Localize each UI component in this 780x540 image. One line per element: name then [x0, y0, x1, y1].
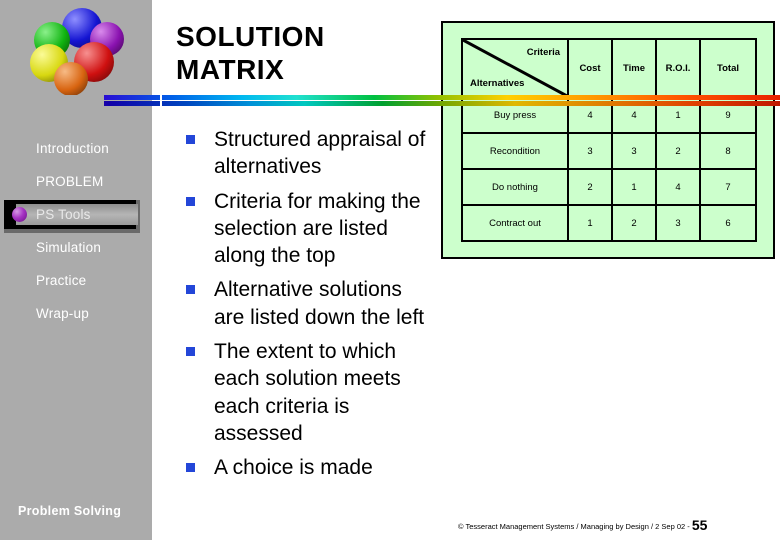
solution-matrix-panel: Criteria Alternatives Cost Time R.O.I. T… — [441, 21, 775, 259]
page-title: SOLUTION MATRIX — [176, 20, 436, 86]
matrix-cell: 1 — [611, 168, 657, 206]
sidebar-item-simulation[interactable]: Simulation — [0, 231, 152, 264]
bullet-text: A choice is made — [214, 456, 373, 480]
matrix-body: Buy press 4 4 1 9 Recondition 3 3 2 8 Do nothing 2 1… — [461, 96, 757, 242]
sidebar-active-bullet-icon — [12, 207, 27, 222]
matrix-cell: 2 — [655, 132, 701, 170]
bullet-square-icon — [186, 463, 195, 473]
bullet-text: Structured appraisal of alternatives — [214, 128, 426, 179]
matrix-cell: 2 — [611, 204, 657, 242]
sidebar-item-practice[interactable]: Practice — [0, 264, 152, 297]
rainbow-divider-sidebar-mask — [0, 95, 104, 107]
sidebar-item-label: Practice — [36, 273, 87, 288]
matrix-col-header-total: Total — [699, 38, 757, 98]
matrix-cell: 6 — [699, 204, 757, 242]
bullet-text: Criteria for making the selection are li… — [214, 189, 421, 268]
rainbow-divider — [0, 95, 780, 107]
matrix-cell: 3 — [655, 204, 701, 242]
bullet-item: The extent to which each solution meets … — [180, 338, 436, 447]
page-title-line-1: SOLUTION — [176, 21, 325, 52]
sidebar-item-label: Simulation — [36, 240, 102, 255]
matrix-cell: 2 — [567, 168, 613, 206]
bullet-square-icon — [186, 135, 195, 144]
bullet-item: Criteria for making the selection are li… — [180, 188, 436, 270]
matrix-cell: 1 — [567, 204, 613, 242]
matrix-cell: 3 — [567, 132, 613, 170]
matrix-corner-cell: Criteria Alternatives — [461, 38, 569, 98]
matrix-header: Criteria Alternatives Cost Time R.O.I. T… — [461, 38, 757, 98]
sphere-cluster-logo — [24, 4, 140, 100]
sidebar-nav: Introduction PROBLEM PS Tools Simulation Pra… — [0, 132, 152, 330]
matrix-cell: 3 — [611, 132, 657, 170]
matrix-row: Recondition 3 3 2 8 — [461, 132, 757, 170]
bullet-item: A choice is made — [180, 454, 436, 481]
sidebar: Introduction PROBLEM PS Tools Simulation Pra… — [0, 0, 152, 540]
matrix-row-label: Do nothing — [461, 168, 569, 206]
matrix-col-header-cost: Cost — [567, 38, 613, 98]
sidebar-item-ps-tools[interactable]: PS Tools — [0, 198, 152, 233]
matrix-criteria-label: Criteria — [526, 47, 560, 58]
matrix-cell: 8 — [699, 132, 757, 170]
page-title-line-2: MATRIX — [176, 54, 285, 86]
bullet-square-icon — [186, 285, 195, 295]
matrix-row: Do nothing 2 1 4 7 — [461, 168, 757, 206]
matrix-row-label: Recondition — [461, 132, 569, 170]
sidebar-section-title: Problem Solving — [18, 504, 122, 518]
bullet-text: The extent to which each solution meets … — [214, 340, 401, 445]
matrix-col-header-time: Time — [611, 38, 657, 98]
sidebar-item-label: PS Tools — [36, 207, 91, 222]
sidebar-item-label: Introduction — [36, 141, 109, 156]
sphere-orange — [54, 62, 88, 96]
matrix-row-label: Contract out — [461, 204, 569, 242]
bullet-square-icon — [186, 196, 195, 206]
sidebar-item-label: Wrap-up — [36, 306, 89, 321]
matrix-header-row: Criteria Alternatives Cost Time R.O.I. T… — [461, 38, 757, 98]
rainbow-divider-top-band — [0, 95, 780, 100]
matrix-alternatives-label: Alternatives — [470, 78, 525, 89]
matrix-col-header-roi: R.O.I. — [655, 38, 701, 98]
bullet-square-icon — [186, 347, 195, 357]
solution-matrix-table: Criteria Alternatives Cost Time R.O.I. T… — [461, 38, 757, 242]
footer-credit-text: © Tesseract Management Systems / Managin… — [458, 522, 692, 531]
matrix-cell: 4 — [655, 168, 701, 206]
matrix-row: Contract out 1 2 3 6 — [461, 204, 757, 242]
bullet-list: Structured appraisal of alternatives Crit… — [180, 126, 436, 489]
matrix-cell: 7 — [699, 168, 757, 206]
bullet-item: Alternative solutions are listed down th… — [180, 276, 436, 331]
sidebar-item-problem[interactable]: PROBLEM — [0, 165, 152, 198]
rainbow-divider-bottom-band — [0, 101, 780, 106]
footer-credit: © Tesseract Management Systems / Managin… — [458, 517, 707, 533]
bullet-text: Alternative solutions are listed down th… — [214, 278, 425, 329]
footer-page-number: 55 — [691, 517, 708, 533]
sidebar-item-label: PROBLEM — [36, 174, 104, 189]
sidebar-item-wrap-up[interactable]: Wrap-up — [0, 297, 152, 330]
rainbow-divider-tick — [160, 95, 162, 106]
sidebar-item-introduction[interactable]: Introduction — [0, 132, 152, 165]
bullet-item: Structured appraisal of alternatives — [180, 126, 436, 181]
